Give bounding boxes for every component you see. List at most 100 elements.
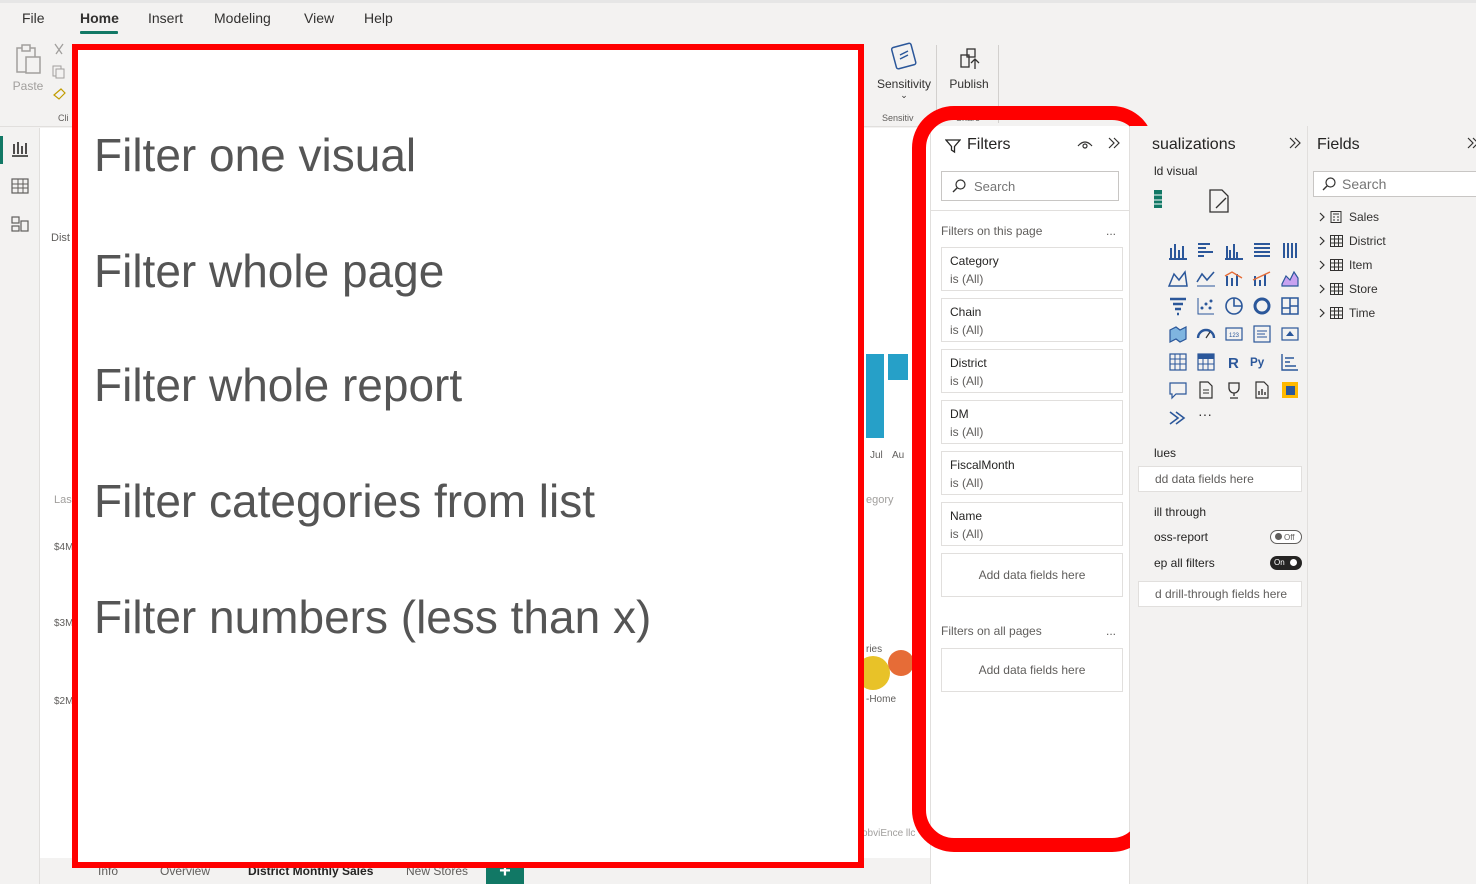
add-page-filter-drop-zone[interactable]: Add data fields here [941,553,1123,597]
matrix-icon[interactable] [1196,352,1216,372]
key-influencers-icon[interactable] [1280,352,1300,372]
more-visuals-icon[interactable]: ··· [1198,406,1212,422]
stacked-column-chart-icon[interactable] [1168,240,1188,260]
toggle-knob [1290,559,1297,566]
values-drop-zone[interactable]: dd data fields here [1138,466,1302,492]
paginated-report-icon[interactable] [1196,380,1216,400]
filters-search-box[interactable] [941,171,1119,201]
card-icon[interactable]: 123 [1224,324,1244,344]
chevron-right-icon [1319,260,1325,270]
fields-search-box[interactable] [1313,171,1476,197]
filter-card-value: is (All) [950,527,984,541]
filter-card-value: is (All) [950,323,984,337]
annotation-line: Filter categories from list [94,475,596,527]
report-page-icon[interactable] [1252,380,1272,400]
view-switcher [0,128,40,884]
keep-all-filters-toggle[interactable]: On [1270,556,1302,570]
collapse-chevron-icon[interactable] [1466,136,1476,150]
filter-card[interactable]: Chain is (All) [941,298,1123,342]
keep-all-filters-label: ep all filters [1154,556,1215,570]
collapse-chevron-icon[interactable] [1288,136,1302,150]
pie-chart-icon[interactable] [1224,296,1244,316]
menu-help[interactable]: Help [364,10,393,26]
filters-search-input[interactable] [974,177,1114,195]
report-view-icon[interactable] [10,138,30,158]
filter-card[interactable]: Name is (All) [941,502,1123,546]
scatter-chart-icon[interactable] [1196,296,1216,316]
chevron-right-icon [1319,236,1325,246]
filter-card[interactable]: Category is (All) [941,247,1123,291]
sensitivity-label: Sensitivity [876,77,932,91]
clustered-column-chart-icon[interactable] [1224,240,1244,260]
copy-icon[interactable] [52,65,66,79]
filter-card-value: is (All) [950,476,984,490]
fields-title: Fields [1317,136,1360,153]
build-visual-label: ld visual [1154,164,1198,178]
model-view-icon[interactable] [10,214,30,234]
clustered-bar-chart-icon[interactable] [1196,240,1216,260]
100-bar-chart-icon[interactable] [1252,240,1272,260]
line-column-chart-icon[interactable] [1224,268,1244,288]
canvas-text-las: Las [54,494,72,506]
svg-text:123: 123 [1229,333,1240,339]
build-visual-icon[interactable] [1154,188,1164,210]
line-chart-icon[interactable] [1196,268,1216,288]
chevron-down-icon: ⌄ [900,90,908,100]
field-table-label: Sales [1349,210,1380,224]
sensitivity-button[interactable]: Sensitivity ⌄ [876,41,932,100]
smart-narrative-icon[interactable] [1168,380,1188,400]
svg-text:Py: Py [1250,356,1265,369]
filters-all-pages-label: Filters on all pages [941,624,1042,638]
drill-through-drop-zone[interactable]: d drill-through fields here [1138,581,1302,607]
filter-card[interactable]: District is (All) [941,349,1123,393]
publish-button[interactable]: Publish [946,41,992,91]
field-table-label: Store [1349,282,1378,296]
fields-pane: Fields Sales District Item Store Time [1308,126,1476,884]
add-report-filter-drop-zone[interactable]: Add data fields here [941,648,1123,692]
svg-text:R: R [1228,355,1239,372]
data-view-icon[interactable] [10,176,30,196]
table-icon[interactable] [1168,352,1188,372]
table-icon [1330,235,1343,247]
power-apps-icon[interactable] [1280,380,1300,400]
menu-home[interactable]: Home [80,10,119,26]
chevron-right-icon [1319,308,1325,318]
waterfall-chart-icon[interactable] [1280,268,1300,288]
gauge-icon[interactable] [1196,324,1216,344]
menu-file[interactable]: File [22,10,45,26]
donut-chart-icon[interactable] [1252,296,1272,316]
kpi-icon[interactable] [1280,324,1300,344]
menu-modeling[interactable]: Modeling [214,10,271,26]
chart-bar [888,354,908,380]
r-visual-icon[interactable]: R [1224,352,1244,372]
format-visual-icon[interactable] [1206,188,1232,214]
cross-report-toggle[interactable]: Off [1270,530,1302,544]
trophy-icon[interactable] [1224,380,1244,400]
format-painter-icon[interactable] [52,87,68,101]
more-options-icon[interactable]: ... [1106,224,1116,238]
python-visual-icon[interactable]: Py [1250,352,1270,372]
paste-button[interactable]: Paste [10,43,46,93]
100-column-chart-icon[interactable] [1280,240,1300,260]
canvas-y-tick: $2M [54,696,74,707]
ribbon-chart-icon[interactable] [1252,268,1272,288]
table-icon [1330,283,1343,295]
collapse-chevron-icon[interactable] [1107,136,1121,150]
multi-row-card-icon[interactable] [1252,324,1272,344]
funnel-chart-icon[interactable] [1168,296,1188,316]
menu-insert[interactable]: Insert [148,10,183,26]
eye-icon[interactable] [1077,138,1093,150]
filter-card[interactable]: DM is (All) [941,400,1123,444]
filter-card[interactable]: FiscalMonth is (All) [941,451,1123,495]
filter-card-name: Category [950,254,999,268]
treemap-icon[interactable] [1280,296,1300,316]
map-icon[interactable] [1168,324,1188,344]
area-chart-icon[interactable] [1168,268,1188,288]
power-automate-icon[interactable] [1168,408,1188,428]
more-options-icon[interactable]: ... [1106,624,1116,638]
field-table-label: District [1349,234,1386,248]
filter-card-name: FiscalMonth [950,458,1015,472]
fields-search-input[interactable] [1342,175,1472,193]
cut-icon[interactable] [52,43,66,57]
menu-view[interactable]: View [304,10,334,26]
